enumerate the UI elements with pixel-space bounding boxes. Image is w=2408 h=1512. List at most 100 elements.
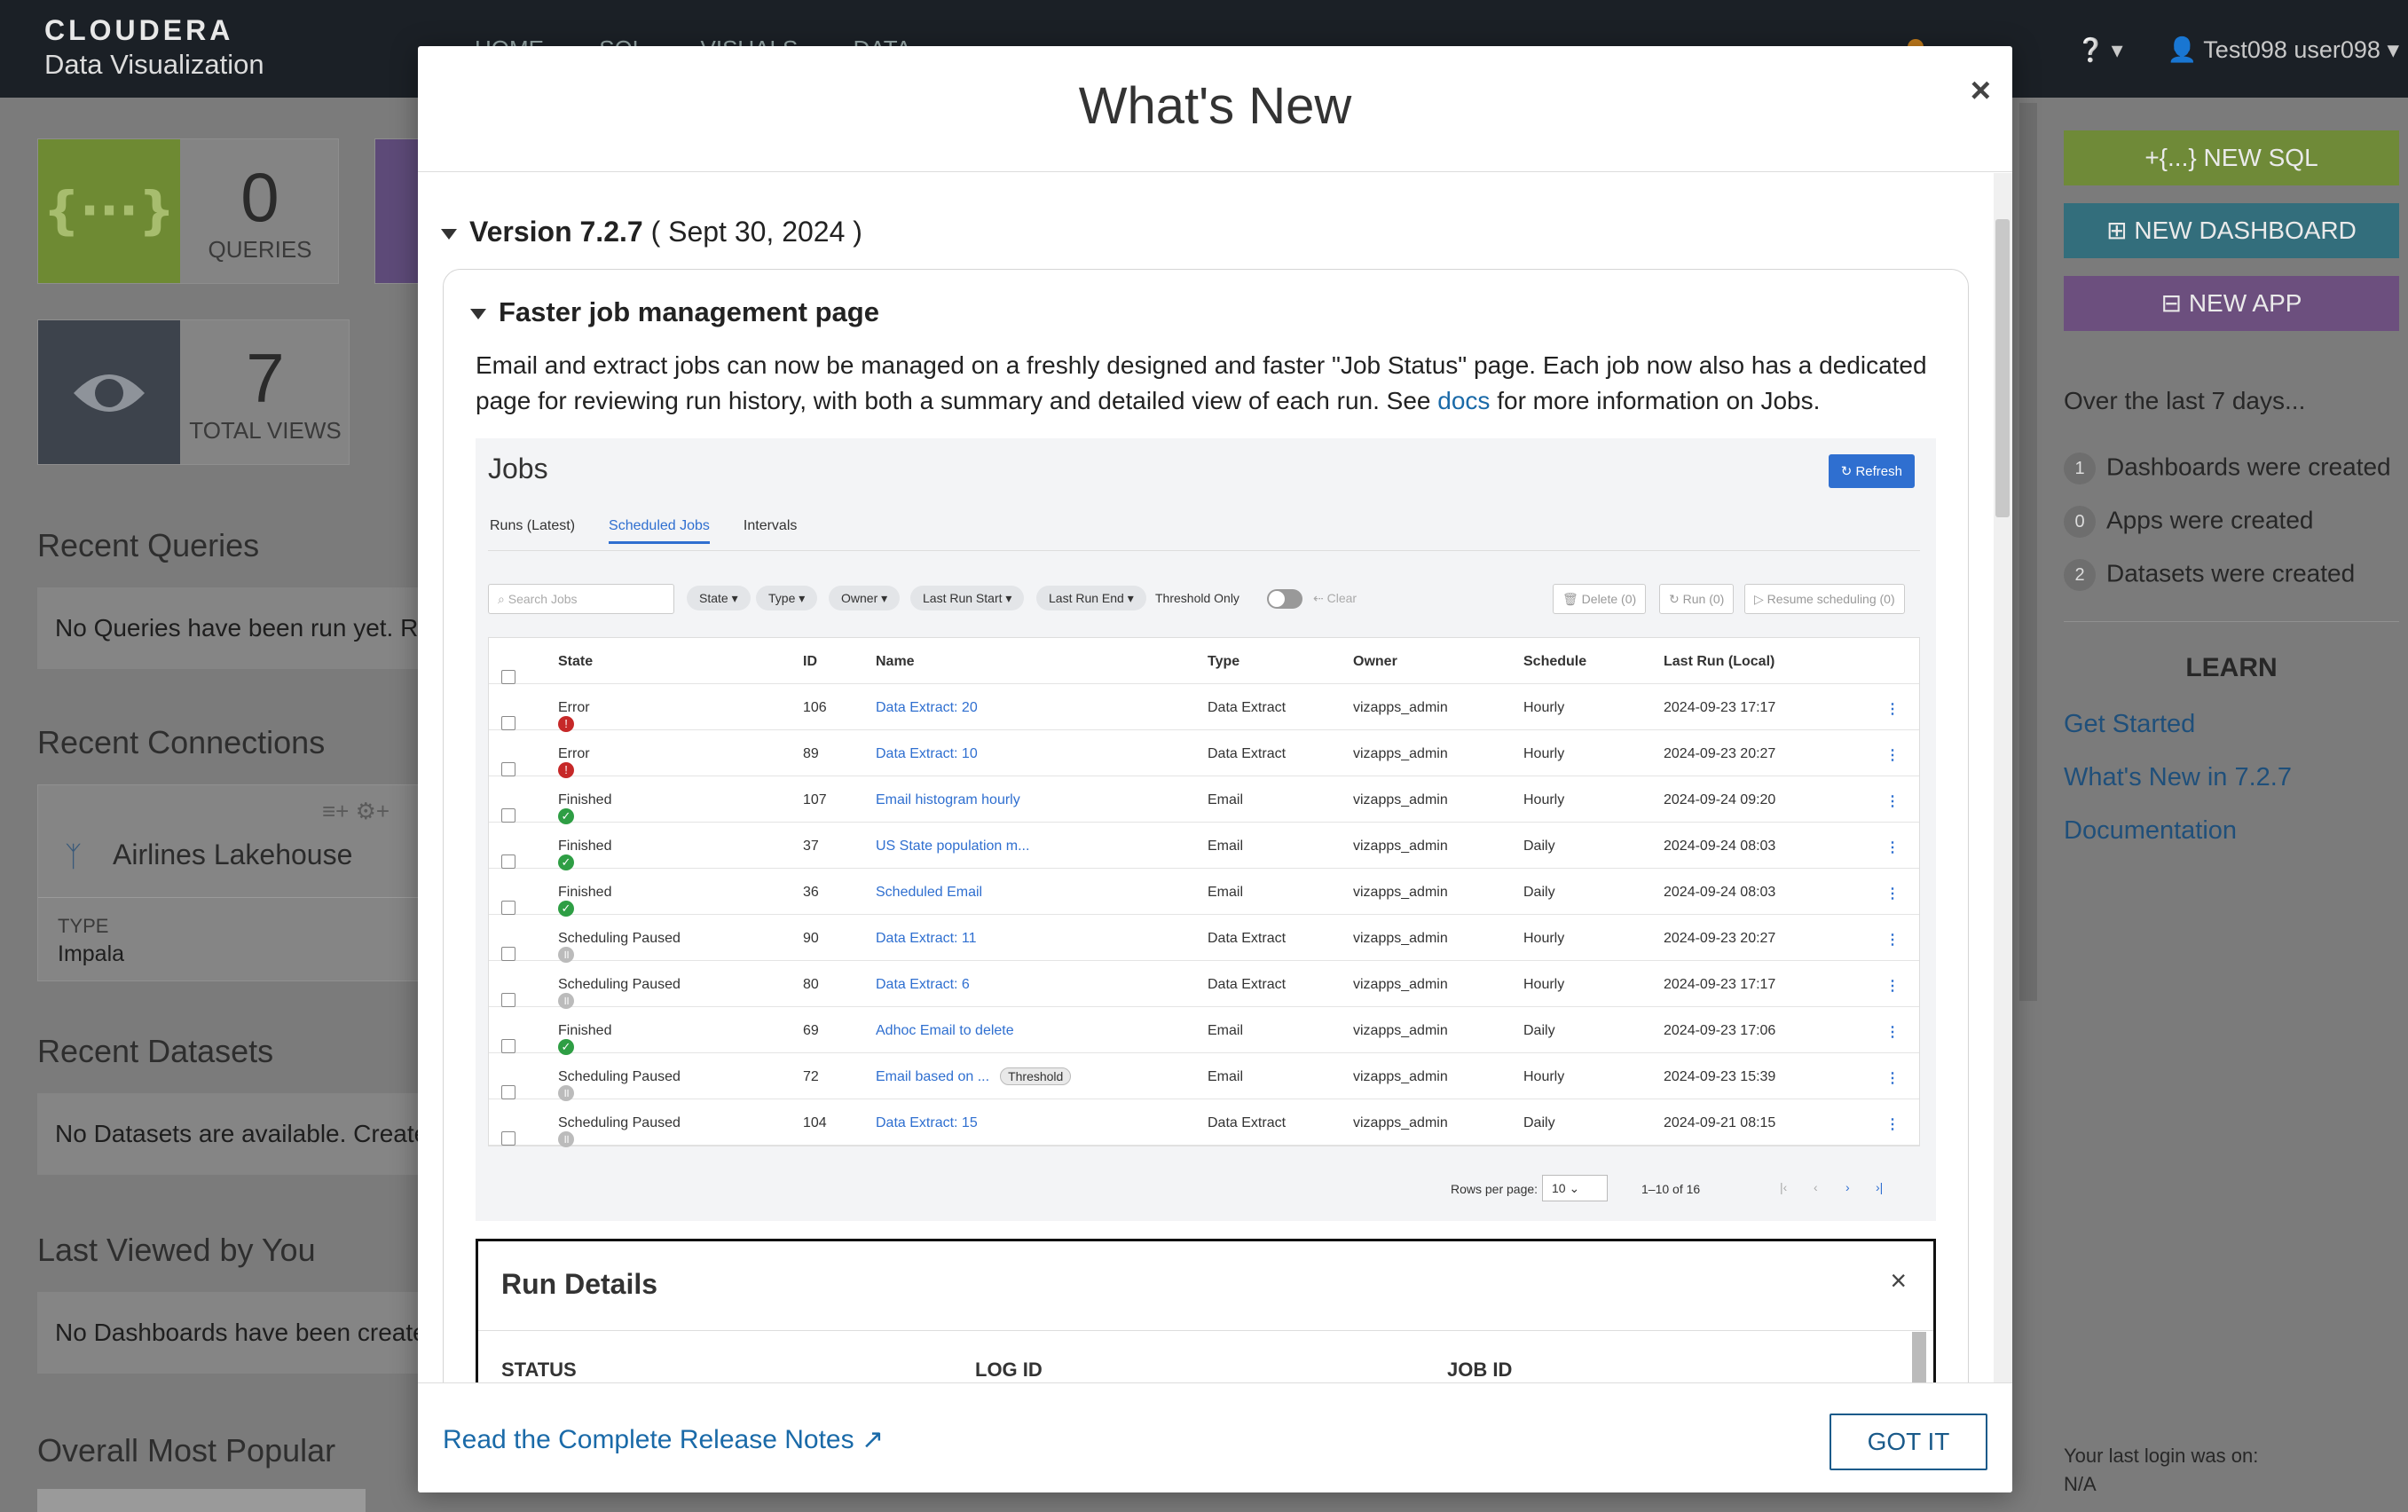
cell-state: ॥ Scheduling Paused xyxy=(558,1115,681,1147)
cell-state: ✓ Finished xyxy=(558,885,611,917)
version-toggle[interactable]: Version 7.2.7 ( Sept 30, 2024 ) xyxy=(441,216,862,248)
modal-scrollbar[interactable] xyxy=(1994,173,2012,1426)
cell-last-run: 2024-09-21 08:15 xyxy=(1664,1115,1776,1130)
new-dashboard-button[interactable]: ⊞ NEW DASHBOARD xyxy=(2064,203,2399,258)
cell-type: Email xyxy=(1208,1069,1244,1084)
state-text: Scheduling Paused xyxy=(558,977,681,992)
cell-last-run: 2024-09-24 08:03 xyxy=(1664,839,1776,854)
cell-id: 80 xyxy=(803,977,819,992)
job-name-link: Data Extract: 20 xyxy=(876,700,978,715)
scrollbar-thumb[interactable] xyxy=(1995,219,2010,517)
stat-datasets: 2 Datasets were created xyxy=(2064,559,2355,591)
cell-last-run: 2024-09-23 20:27 xyxy=(1664,746,1776,761)
new-dashboard-label: NEW DASHBOARD xyxy=(2134,217,2357,244)
kebab-menu-icon: ⋮ xyxy=(1885,702,1900,717)
cell-schedule: Daily xyxy=(1523,1115,1555,1130)
cell-owner: vizapps_admin xyxy=(1353,700,1448,715)
app-icon: ⊟ xyxy=(2160,289,2183,317)
table-row: ! Error Data Extract: 10 89 Data Extract viza… xyxy=(489,730,1919,778)
get-started-link[interactable]: Get Started xyxy=(2064,710,2195,739)
user-menu[interactable]: 👤 Test098 user098 ▾ xyxy=(2168,35,2399,64)
queries-label: QUERIES xyxy=(208,236,312,263)
job-name-link: Data Extract: 11 xyxy=(876,931,977,946)
job-name-link: US State population m... xyxy=(876,839,1030,854)
first-page-icon: |‹ xyxy=(1780,1180,1788,1194)
version-date: ( Sept 30, 2024 ) xyxy=(650,216,862,248)
release-notes-link[interactable]: Read the Complete Release Notes ↗ xyxy=(443,1424,884,1455)
clear-filters: ⇠ Clear xyxy=(1313,591,1357,605)
connection-actions-icon[interactable]: ≡+ ⚙+ xyxy=(322,798,390,825)
cell-state: ✓ Finished xyxy=(558,839,611,870)
kebab-menu-icon: ⋮ xyxy=(1885,794,1900,809)
search-placeholder: Search Jobs xyxy=(508,592,578,606)
popular-thumbnail[interactable] xyxy=(37,1489,366,1512)
stat-apps: 0 Apps were created xyxy=(2064,506,2313,538)
filter-last-run-end: Last Run End ▾ xyxy=(1036,586,1146,610)
pagination: Rows per page: 10 ⌄ 1–10 of 16 |‹ ‹ › ›| xyxy=(488,1171,1920,1207)
page-range: 1–10 of 16 xyxy=(1641,1182,1701,1196)
external-link-icon: ↗ xyxy=(861,1425,885,1454)
last7-heading: Over the last 7 days... xyxy=(2064,387,2306,414)
cell-state: ✓ Finished xyxy=(558,792,612,824)
job-name-link: Email based on ... xyxy=(876,1069,990,1084)
clear-label: Clear xyxy=(1326,591,1357,605)
nav-right: ❔ ▾ 👤 Test098 user098 ▾ xyxy=(2076,35,2399,64)
docs-link[interactable]: docs xyxy=(1437,387,1490,414)
run-label: Run (0) xyxy=(1682,592,1725,606)
cell-last-run: 2024-09-23 20:27 xyxy=(1664,931,1776,946)
new-app-button[interactable]: ⊟ NEW APP xyxy=(2064,276,2399,331)
dashboard-icon: ⊞ xyxy=(2106,217,2128,244)
documentation-link[interactable]: Documentation xyxy=(2064,816,2237,846)
cell-schedule: Hourly xyxy=(1523,746,1565,761)
recent-datasets-title: Recent Datasets xyxy=(37,1033,274,1069)
cell-name: Data Extract: 11 xyxy=(876,931,977,947)
new-sql-button[interactable]: +{...} NEW SQL xyxy=(2064,130,2399,185)
connection-card[interactable]: ≡+ ⚙+ ᛉ Airlines Lakehouse TYPE Impala xyxy=(37,784,428,981)
cell-schedule: Hourly xyxy=(1523,977,1565,992)
resume-button: ▷ Resume scheduling (0) xyxy=(1744,584,1905,614)
trash-icon: 🗑 xyxy=(1562,592,1578,606)
whats-new-link[interactable]: What's New in 7.2.7 xyxy=(2064,763,2292,792)
help-icon[interactable]: ❔ ▾ xyxy=(2076,36,2123,64)
views-count: 7 xyxy=(246,339,285,417)
kebab-menu-icon: ⋮ xyxy=(1885,979,1900,994)
state-text: Finished xyxy=(558,792,612,807)
cell-schedule: Hourly xyxy=(1523,931,1565,946)
filter-label: Owner xyxy=(841,591,878,605)
cell-schedule: Daily xyxy=(1523,1023,1555,1038)
cell-type: Email xyxy=(1208,885,1244,900)
queries-tile[interactable]: {···} 0 QUERIES xyxy=(37,138,339,284)
recent-connections-title: Recent Connections xyxy=(37,724,326,760)
recent-datasets-message: No Datasets are available. Create xyxy=(37,1093,428,1175)
run-button: ↻ Run (0) xyxy=(1659,584,1735,614)
cell-name: Data Extract: 6 xyxy=(876,977,970,993)
brand-logo[interactable]: CLOUDERA Data Visualization xyxy=(44,14,264,81)
got-it-button[interactable]: GOT IT xyxy=(1830,1414,1987,1470)
apps-tile[interactable] xyxy=(374,138,419,284)
close-icon[interactable]: × xyxy=(1971,71,1991,111)
delete-button: 🗑 Delete (0) xyxy=(1553,584,1647,614)
page-scrollbar[interactable] xyxy=(2019,103,2037,1001)
cell-type: Data Extract xyxy=(1208,977,1287,992)
tab-intervals: Intervals xyxy=(743,518,798,533)
state-text: Scheduling Paused xyxy=(558,1069,681,1084)
version-number: Version 7.2.7 xyxy=(469,216,643,248)
tab-runs-latest: Runs (Latest) xyxy=(490,518,576,533)
stat-text: Datasets were created xyxy=(2106,559,2356,587)
modal-header: What's New × xyxy=(418,46,2012,172)
views-tile[interactable]: 7 TOTAL VIEWS xyxy=(37,319,350,465)
table-row: ✓ Finished Scheduled Email 36 Email vizapps_a… xyxy=(489,869,1919,917)
modal-body: Version 7.2.7 ( Sept 30, 2024 ) Faster j… xyxy=(418,173,1994,1426)
feature-description: Email and extract jobs can now be manage… xyxy=(476,348,1948,419)
eye-icon xyxy=(38,320,180,464)
cell-name: US State population m... xyxy=(876,839,1029,854)
cell-last-run: 2024-09-24 09:20 xyxy=(1664,792,1776,807)
cell-type: Data Extract xyxy=(1208,931,1287,946)
cell-last-run: 2024-09-23 17:17 xyxy=(1664,700,1776,715)
recent-queries-message: No Queries have been run yet. Ru xyxy=(37,587,428,669)
connection-name: Airlines Lakehouse xyxy=(113,839,353,870)
chevron-down-icon: ⌄ xyxy=(1569,1181,1580,1195)
filter-label: Last Run End xyxy=(1049,591,1124,605)
cell-name: Email based on ... Threshold xyxy=(876,1067,1072,1085)
feature-toggle[interactable]: Faster job management page xyxy=(470,296,879,328)
